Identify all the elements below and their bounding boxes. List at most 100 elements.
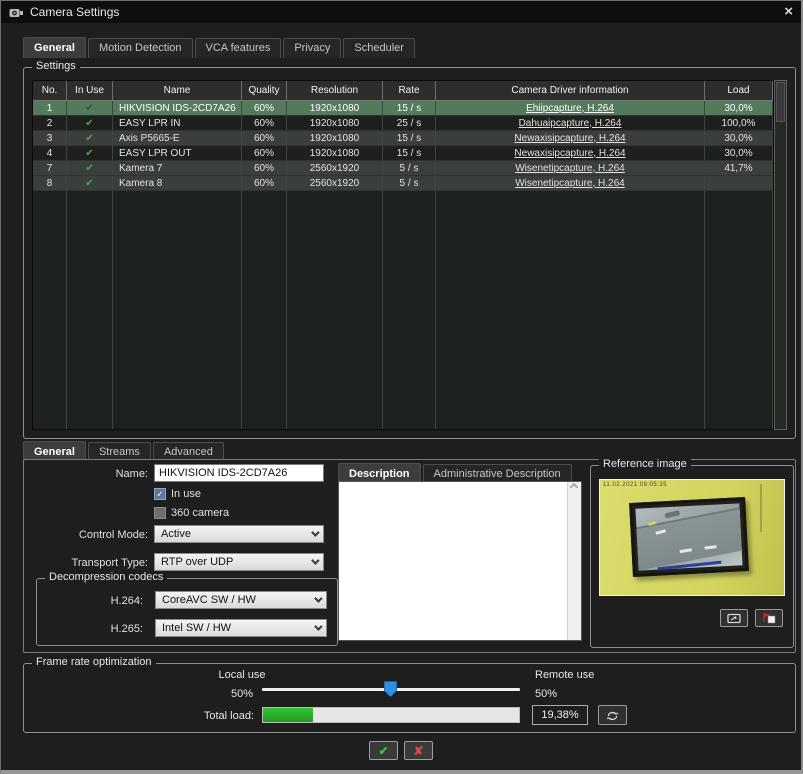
cell-name: EASY LPR OUT [113, 146, 242, 160]
description-textarea[interactable] [338, 481, 582, 641]
cell-quality: 60% [242, 146, 287, 160]
cell-in-use: ✔ [67, 146, 113, 160]
cell-in-use: ✔ [67, 101, 113, 115]
empty-column-filler [287, 191, 383, 429]
reference-image-group: Reference image 11.02.2021 09:05:35 [590, 465, 794, 648]
in-use-checkbox[interactable]: ✓ [154, 488, 166, 500]
wall-detail [760, 484, 762, 532]
transport-type-dropdown[interactable]: RTP over UDP [154, 553, 324, 571]
flag-icon [762, 612, 776, 624]
cell-load: 100,0% [705, 116, 773, 130]
column-header-in-use[interactable]: In Use [67, 81, 113, 100]
frame-rate-group: Frame rate optimization Local use 50% Re… [23, 663, 796, 733]
main-tab-scheduler[interactable]: Scheduler [343, 38, 415, 58]
cell-resolution: 1920x1080 [287, 146, 383, 160]
cell-resolution: 2560x1920 [287, 176, 383, 190]
description-scrollbar[interactable] [567, 482, 581, 640]
main-tab-general[interactable]: General [23, 37, 86, 58]
chevron-down-icon [314, 622, 322, 630]
settings-group-label: Settings [32, 60, 80, 72]
camera360-checkbox[interactable] [154, 507, 166, 519]
local-use-slider-thumb[interactable] [384, 681, 397, 697]
camera360-label: 360 camera [171, 507, 229, 519]
table-row-camera-2[interactable]: 2✔EASY LPR IN60%1920x108025 / sDahuaipca… [33, 116, 773, 131]
ok-button[interactable]: ✔ [369, 741, 398, 760]
h265-dropdown[interactable]: Intel SW / HW [155, 619, 327, 637]
car [665, 510, 680, 518]
name-input[interactable] [154, 464, 324, 482]
camera-settings-window: Camera Settings × GeneralMotion Detectio… [0, 0, 803, 774]
cell-rate: 5 / s [383, 161, 436, 175]
frame-rate-group-label: Frame rate optimization [32, 656, 156, 668]
total-load-value: 19,38% [532, 705, 588, 725]
driver-link[interactable]: Newaxisipcapture, H.264 [436, 146, 705, 160]
camera360-checkbox-row[interactable]: 360 camera [154, 506, 229, 520]
monitor-in-photo [629, 497, 749, 577]
reference-flag-button[interactable] [755, 609, 783, 627]
driver-link[interactable]: Wisenetipcapture, H.264 [436, 176, 705, 190]
table-row-camera-3[interactable]: 3✔Axis P5665-E60%1920x108015 / sNewaxisi… [33, 131, 773, 146]
local-use-slider[interactable] [262, 688, 520, 691]
column-header-load[interactable]: Load [705, 81, 773, 100]
cell-name: EASY LPR IN [113, 116, 242, 130]
column-header-no[interactable]: No. [33, 81, 67, 100]
cell-quality: 60% [242, 116, 287, 130]
h264-dropdown[interactable]: CoreAVC SW / HW [155, 591, 327, 609]
reference-image: 11.02.2021 09:05:35 [599, 479, 785, 596]
cell-resolution: 1920x1080 [287, 131, 383, 145]
cell-name: Kamera 7 [113, 161, 242, 175]
scroll-up-icon[interactable] [570, 483, 578, 491]
column-header-resolution[interactable]: Resolution [287, 81, 383, 100]
column-header-name[interactable]: Name [113, 81, 242, 100]
cell-load: 30,0% [705, 101, 773, 115]
control-mode-value: Active [161, 528, 191, 540]
reference-image-timestamp: 11.02.2021 09:05:35 [603, 482, 667, 488]
column-header-quality[interactable]: Quality [242, 81, 287, 100]
cell-in-use: ✔ [67, 116, 113, 130]
decompression-codecs-group: Decompression codecs H.264: CoreAVC SW /… [36, 578, 338, 646]
cell-load: 41,7% [705, 161, 773, 175]
driver-link[interactable]: Newaxisipcapture, H.264 [436, 131, 705, 145]
main-tab-vca-features[interactable]: VCA features [195, 38, 282, 58]
total-load-label: Total load: [154, 710, 254, 722]
decompression-codecs-label: Decompression codecs [45, 571, 167, 583]
cell-rate: 15 / s [383, 101, 436, 115]
remote-use-label: Remote use [535, 669, 625, 681]
table-scrollbar[interactable] [774, 80, 787, 430]
table-row-camera-7[interactable]: 7✔Kamera 760%2560x19205 / sWisenetipcapt… [33, 161, 773, 176]
main-tab-privacy[interactable]: Privacy [283, 38, 341, 58]
driver-link[interactable]: Ehiipcapture, H.264 [436, 101, 705, 115]
empty-column-filler [67, 191, 113, 429]
road [636, 504, 743, 570]
close-icon[interactable]: × [784, 5, 793, 19]
h264-value: CoreAVC SW / HW [162, 594, 256, 606]
refresh-button[interactable] [598, 705, 627, 725]
table-body: 1✔HIKVISION IDS-2CD7A2660%1920x108015 / … [33, 101, 773, 191]
driver-link[interactable]: Dahuaipcapture, H.264 [436, 116, 705, 130]
cell-in-use: ✔ [67, 161, 113, 175]
cancel-button[interactable]: ✘ [404, 741, 433, 760]
cell-in-use: ✔ [67, 131, 113, 145]
snapshot-button[interactable] [720, 609, 748, 627]
column-header-rate[interactable]: Rate [383, 81, 436, 100]
in-use-checkbox-row[interactable]: ✓ In use [154, 487, 201, 501]
description-text [341, 484, 565, 638]
cell-load: 30,0% [705, 131, 773, 145]
empty-column-filler [33, 191, 67, 429]
driver-link[interactable]: Wisenetipcapture, H.264 [436, 161, 705, 175]
control-mode-dropdown[interactable]: Active [154, 525, 324, 543]
column-header-camera-driver-information[interactable]: Camera Driver information [436, 81, 705, 100]
table-row-camera-4[interactable]: 4✔EASY LPR OUT60%1920x108015 / sNewaxisi… [33, 146, 773, 161]
table-row-camera-8[interactable]: 8✔Kamera 860%2560x19205 / sWisenetipcapt… [33, 176, 773, 191]
control-mode-label: Control Mode: [28, 529, 148, 541]
name-label: Name: [28, 468, 148, 480]
local-use-block: Local use 50% [202, 669, 282, 700]
table-header-row: No.In UseNameQualityResolutionRateCamera… [33, 81, 773, 101]
table-row-camera-1[interactable]: 1✔HIKVISION IDS-2CD7A2660%1920x108015 / … [33, 101, 773, 116]
remote-use-value: 50% [535, 688, 625, 700]
remote-use-block: Remote use 50% [535, 669, 625, 700]
table-scrollbar-thumb[interactable] [776, 82, 785, 122]
main-tab-motion-detection[interactable]: Motion Detection [88, 38, 193, 58]
settings-group: Settings No.In UseNameQualityResolutionR… [23, 67, 796, 439]
empty-column-filler [383, 191, 436, 429]
